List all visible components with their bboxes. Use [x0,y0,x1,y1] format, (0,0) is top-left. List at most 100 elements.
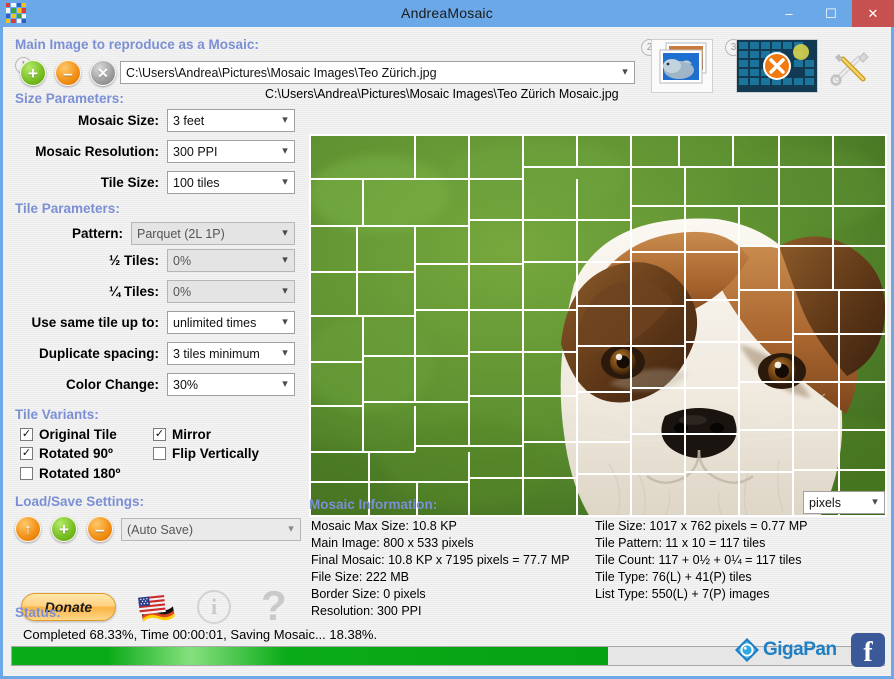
half-tiles-combo[interactable]: 0% ▾ [167,249,295,272]
flags-icon[interactable] [137,593,179,628]
checkbox-flip-vertically[interactable]: Flip Vertically [153,446,259,461]
tile-parameters-group-label: Tile Parameters: [15,201,120,216]
info-border-size: Border Size: 0 pixels [311,587,426,601]
minimize-icon: – [785,6,793,21]
load-settings-button[interactable]: ↑ [15,516,41,542]
pattern-label: Pattern: [71,226,123,241]
tools-button[interactable] [829,49,873,87]
info-mosaic-max-size: Mosaic Max Size: 10.8 KP [311,519,457,533]
info-tile-count: Tile Count: 117 + 0½ + 0¼ = 117 tiles [595,553,802,567]
mosaic-resolution-combo[interactable]: 300 PPI ▾ [167,140,295,163]
info-final-mosaic: Final Mosaic: 10.8 KP x 7195 pixels = 77… [311,553,570,567]
tools-icon [830,52,869,86]
mosaic-size-value: 3 feet [173,113,205,128]
chevron-down-icon: ▾ [872,496,878,508]
client-area: Main Image to reproduce as a Mosaic: 1 +… [2,27,892,677]
tile-images-icon [659,42,707,84]
window-title: AndreaMosaic [401,5,493,21]
select-tile-images-button[interactable] [651,39,713,93]
minimize-button[interactable]: – [768,0,810,27]
checkbox-mirror[interactable]: ✓ Mirror [153,427,211,442]
mosaic-size-combo[interactable]: 3 feet ▾ [167,109,295,132]
maximize-icon: ☐ [825,5,837,21]
chevron-down-icon: ▾ [282,114,288,126]
checkbox-rotated-180[interactable]: Rotated 180º [20,466,120,481]
info-icon[interactable]: i [197,590,231,624]
info-list-type: List Type: 550(L) + 7(P) images [595,587,770,601]
maximize-button[interactable]: ☐ [810,0,852,27]
remove-main-image-button[interactable]: – [55,60,81,86]
main-image-group-label: Main Image to reproduce as a Mosaic: [15,37,259,52]
mosaic-resolution-label: Mosaic Resolution: [35,144,159,159]
units-value: pixels [809,495,841,510]
checkbox-rotated-90[interactable]: ✓ Rotated 90º [20,446,113,461]
chevron-down-icon: ▾ [282,176,288,188]
mosaic-grid-icon [6,3,26,23]
quarter-tiles-combo[interactable]: 0% ▾ [167,280,295,303]
facebook-icon: f [863,637,873,669]
duplicate-spacing-combo[interactable]: 3 tiles minimum ▾ [167,342,295,365]
status-text: Completed 68.33%, Time 00:00:01, Saving … [23,627,378,642]
tile-size-label: Tile Size: [100,175,159,190]
gigapan-link[interactable]: GigaPan [734,637,837,663]
info-file-size: File Size: 222 MB [311,570,409,584]
create-mosaic-button[interactable] [736,39,818,93]
color-change-label: Color Change: [66,377,159,392]
chevron-down-icon: ▾ [282,145,288,157]
help-icon[interactable]: ? [261,585,287,627]
tile-size-combo[interactable]: 100 tiles ▾ [167,171,295,194]
stop-mosaic-icon [737,40,817,92]
main-image-path-value: C:\Users\Andrea\Pictures\Mosaic Images\T… [126,65,437,80]
chevron-down-icon: ▾ [282,316,288,328]
close-button[interactable]: ✕ [852,0,894,27]
chevron-down-icon: ▾ [282,254,288,266]
checkbox-label: Rotated 180º [39,466,121,481]
units-combo[interactable]: pixels ▾ [803,491,885,514]
info-resolution: Resolution: 300 PPI [311,604,422,618]
mosaic-resolution-value: 300 PPI [173,144,218,159]
mosaic-information-group-label: Mosaic Information: [309,497,438,512]
settings-profile-combo[interactable]: (Auto Save) ▾ [121,518,301,541]
size-parameters-group-label: Size Parameters: [15,91,124,106]
facebook-link[interactable]: f [851,633,885,667]
checkbox-box: ✓ [20,428,33,441]
plus-icon: + [59,519,69,539]
tile-size-value: 100 tiles [173,175,220,190]
close-icon: ✕ [867,5,879,21]
settings-profile-value: (Auto Save) [127,522,194,537]
checkbox-original-tile[interactable]: ✓ Original Tile [20,427,117,442]
color-change-combo[interactable]: 30% ▾ [167,373,295,396]
add-main-image-button[interactable]: + [20,60,46,86]
chevron-down-icon: ▾ [282,285,288,297]
use-same-tile-combo[interactable]: unlimited times ▾ [167,311,295,334]
load-save-group-label: Load/Save Settings: [15,494,145,509]
minus-icon: – [95,519,105,539]
application-window: AndreaMosaic – ☐ ✕ Main Image to reprodu… [0,0,894,679]
arrow-up-icon: ↑ [24,520,32,538]
tile-variants-group-label: Tile Variants: [15,407,99,422]
use-same-tile-label: Use same tile up to: [31,315,159,330]
half-tiles-label: ½ Tiles: [108,253,159,268]
checkbox-box [20,467,33,480]
duplicate-spacing-label: Duplicate spacing: [38,346,159,361]
title-bar: AndreaMosaic – ☐ ✕ [0,0,894,27]
info-tile-type: Tile Type: 76(L) + 41(P) tiles [595,570,752,584]
plus-icon: + [28,63,38,83]
clear-main-image-button[interactable]: ✕ [90,60,116,86]
chevron-down-icon: ▾ [622,66,628,78]
output-path-label: C:\Users\Andrea\Pictures\Mosaic Images\T… [265,87,619,101]
info-tile-pattern: Tile Pattern: 11 x 10 = 117 tiles [595,536,766,550]
delete-settings-button[interactable]: – [87,516,113,542]
main-image-path-combo[interactable]: C:\Users\Andrea\Pictures\Mosaic Images\T… [120,61,635,84]
use-same-tile-value: unlimited times [173,315,257,330]
chevron-down-icon: ▾ [282,227,288,239]
color-change-value: 30% [173,377,199,392]
quarter-tiles-label: ¼ Tiles: [108,284,159,299]
chevron-down-icon: ▾ [282,378,288,390]
info-tile-size: Tile Size: 1017 x 762 pixels = 0.77 MP [595,519,808,533]
pattern-combo[interactable]: Parquet (2L 1P) ▾ [131,222,295,245]
help-glyph: ? [261,582,287,629]
save-settings-button[interactable]: + [51,516,77,542]
mosaic-preview-image[interactable] [309,134,887,517]
chevron-down-icon: ▾ [282,347,288,359]
